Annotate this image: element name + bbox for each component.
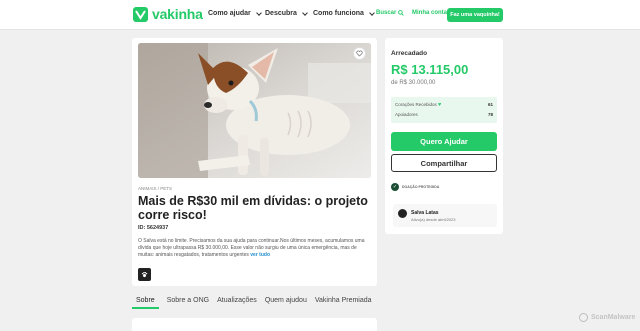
share-button[interactable]: Compartilhar bbox=[391, 154, 497, 172]
donate-button[interactable]: Quero Ajudar bbox=[391, 132, 497, 151]
watermark-text: ScanMalware bbox=[591, 314, 636, 321]
tab-vakinha-premiada[interactable]: Vakinha Premiada bbox=[311, 293, 376, 309]
tab-quem-ajudou[interactable]: Quem ajudou bbox=[261, 293, 311, 309]
my-account-link[interactable]: Minha conta bbox=[412, 10, 447, 16]
raised-label: Arrecadado bbox=[391, 50, 428, 57]
tab-sobre-ong[interactable]: Sobre a ONG bbox=[163, 293, 213, 309]
chevron-down-icon bbox=[369, 9, 375, 16]
nav-label: Como funciona bbox=[313, 10, 364, 17]
tab-content-card bbox=[132, 318, 377, 331]
nav-como-funciona[interactable]: Como funciona bbox=[313, 9, 375, 17]
dog-photo-illustration bbox=[138, 43, 371, 178]
chevron-down-icon bbox=[255, 9, 262, 16]
organizer-avatar bbox=[398, 209, 407, 218]
campaign-photo bbox=[138, 43, 371, 178]
stats-box: Corações Recebidos ♥ 61 Apoiadores 78 bbox=[391, 97, 497, 123]
stat-hearts: Corações Recebidos ♥ 61 bbox=[395, 100, 493, 109]
organizer-since: Ativo(a) desde abril/2023 bbox=[411, 217, 456, 222]
nav-descubra[interactable]: Descubra bbox=[265, 9, 308, 17]
read-more-link[interactable]: ver tudo bbox=[250, 252, 270, 258]
nav-como-ajudar[interactable]: Como ajudar bbox=[208, 9, 262, 17]
paw-icon bbox=[141, 271, 148, 278]
organizer-card[interactable] bbox=[393, 204, 497, 227]
goal-amount: de R$ 30.000,00 bbox=[391, 80, 436, 86]
stat-supporters: Apoiadores 78 bbox=[395, 110, 493, 119]
tab-sobre[interactable]: Sobre bbox=[132, 293, 159, 309]
create-vaquinha-button[interactable]: Faz uma vaquinha! bbox=[447, 8, 503, 22]
search-button[interactable]: Buscar bbox=[376, 10, 405, 16]
campaign-tabs: Sobre Sobre a ONG Atualizações Quem ajud… bbox=[132, 293, 376, 309]
organizer-logo[interactable] bbox=[138, 268, 151, 281]
nav-label: Como ajudar bbox=[208, 10, 251, 17]
stat-label: Apoiadores bbox=[395, 112, 418, 117]
stat-value: 78 bbox=[487, 112, 493, 117]
nav-label: Descubra bbox=[265, 10, 297, 17]
vakinha-logo[interactable]: vakinha bbox=[133, 6, 203, 22]
tab-atualizacoes[interactable]: Atualizações bbox=[213, 293, 261, 309]
campaign-category: ANIMAIS / PETS bbox=[138, 186, 173, 191]
logo-text: vakinha bbox=[152, 6, 203, 22]
campaign-id: ID: 5624937 bbox=[138, 225, 169, 231]
protection-label: DOAÇÃO PROTEGIDA bbox=[402, 185, 440, 189]
heart-icon: ♥ bbox=[438, 101, 442, 108]
protected-donation-badge: ✓ DOAÇÃO PROTEGIDA bbox=[391, 183, 439, 191]
raised-amount: R$ 13.115,00 bbox=[391, 62, 469, 77]
scanmalware-watermark: ScanMalware bbox=[579, 313, 635, 322]
vakinha-logo-icon bbox=[133, 6, 148, 22]
stat-hearts-label-wrap: Corações Recebidos ♥ bbox=[395, 102, 441, 108]
heart-outline-icon bbox=[356, 50, 363, 57]
search-icon bbox=[398, 10, 405, 16]
favorite-button[interactable] bbox=[353, 47, 366, 60]
watermark-logo-icon bbox=[579, 313, 588, 322]
chevron-down-icon bbox=[302, 9, 308, 16]
campaign-title: Mais de R$30 mil em dívidas: o projeto c… bbox=[138, 194, 368, 222]
organizer-name: Salva Latas bbox=[411, 210, 439, 216]
search-label: Buscar bbox=[376, 10, 397, 16]
stat-value: 61 bbox=[487, 102, 493, 107]
campaign-description: O Salva está no limite. Precisamos da su… bbox=[138, 238, 374, 259]
shield-check-icon: ✓ bbox=[391, 183, 399, 191]
stat-label: Corações Recebidos bbox=[395, 101, 437, 107]
